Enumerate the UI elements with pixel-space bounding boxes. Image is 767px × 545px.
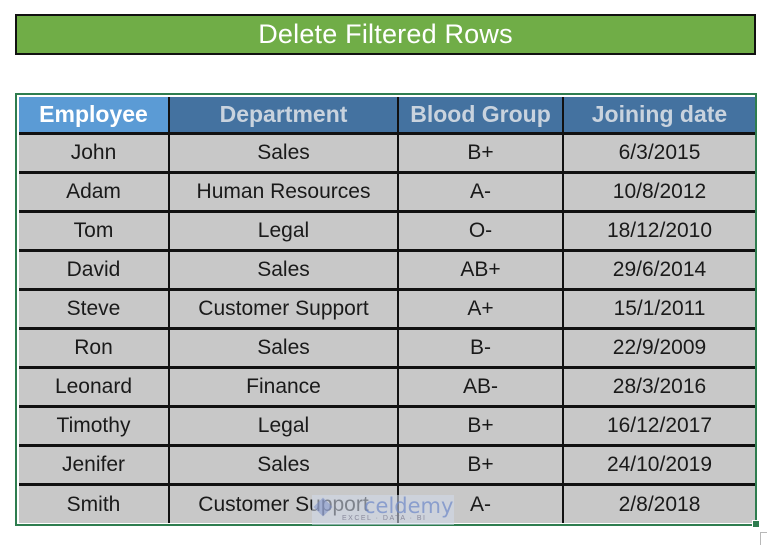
header-department[interactable]: Department	[169, 97, 399, 135]
selected-range[interactable]: Employee Department Blood Group Joining …	[15, 93, 757, 526]
cell-joining-date[interactable]: 10/8/2012	[563, 172, 755, 213]
cell-blood-group[interactable]: B+	[398, 445, 564, 486]
cell-blood-group[interactable]: A+	[398, 289, 564, 330]
cell-joining-date[interactable]: 28/3/2016	[563, 367, 755, 408]
cell-joining-date[interactable]: 6/3/2015	[563, 133, 755, 174]
cell-employee[interactable]: Steve	[19, 289, 170, 330]
cell-blood-group[interactable]: B+	[398, 406, 564, 447]
header-employee[interactable]: Employee	[19, 97, 170, 135]
cell-employee[interactable]: Jenifer	[19, 445, 170, 486]
cell-blood-group[interactable]: A-	[398, 484, 564, 523]
table-row: David Sales AB+ 29/6/2014	[19, 250, 755, 291]
table-row: Jenifer Sales B+ 24/10/2019	[19, 445, 755, 486]
cell-employee[interactable]: Adam	[19, 172, 170, 213]
table-row: John Sales B+ 6/3/2015	[19, 133, 755, 174]
table-row: Timothy Legal B+ 16/12/2017	[19, 406, 755, 447]
table-row: Smith Customer Support A- 2/8/2018	[19, 484, 755, 523]
cell-department[interactable]: Sales	[169, 328, 399, 369]
quick-analysis-icon[interactable]	[760, 532, 767, 545]
cell-department[interactable]: Legal	[169, 406, 399, 447]
cell-joining-date[interactable]: 22/9/2009	[563, 328, 755, 369]
cell-joining-date[interactable]: 16/12/2017	[563, 406, 755, 447]
cell-joining-date[interactable]: 2/8/2018	[563, 484, 755, 523]
cell-employee[interactable]: David	[19, 250, 170, 291]
cell-blood-group[interactable]: A-	[398, 172, 564, 213]
cell-joining-date[interactable]: 24/10/2019	[563, 445, 755, 486]
cell-blood-group[interactable]: O-	[398, 211, 564, 252]
header-blood-group[interactable]: Blood Group	[398, 97, 564, 135]
sheet-title: Delete Filtered Rows	[15, 14, 756, 55]
fill-handle[interactable]	[752, 520, 760, 528]
cell-employee[interactable]: Tom	[19, 211, 170, 252]
table-row: Adam Human Resources A- 10/8/2012	[19, 172, 755, 213]
employee-table: Employee Department Blood Group Joining …	[19, 97, 755, 523]
cell-blood-group[interactable]: B-	[398, 328, 564, 369]
cell-blood-group[interactable]: AB+	[398, 250, 564, 291]
cell-department[interactable]: Customer Support	[169, 484, 399, 523]
cell-department[interactable]: Human Resources	[169, 172, 399, 213]
cell-department[interactable]: Sales	[169, 445, 399, 486]
cell-employee[interactable]: Smith	[19, 484, 170, 523]
cell-joining-date[interactable]: 15/1/2011	[563, 289, 755, 330]
table-row: Steve Customer Support A+ 15/1/2011	[19, 289, 755, 330]
cell-department[interactable]: Sales	[169, 250, 399, 291]
cell-employee[interactable]: Timothy	[19, 406, 170, 447]
cell-employee[interactable]: Ron	[19, 328, 170, 369]
table-row: Tom Legal O- 18/12/2010	[19, 211, 755, 252]
cell-department[interactable]: Sales	[169, 133, 399, 174]
table-row: Leonard Finance AB- 28/3/2016	[19, 367, 755, 408]
header-row: Employee Department Blood Group Joining …	[19, 97, 755, 135]
table-row: Ron Sales B- 22/9/2009	[19, 328, 755, 369]
cell-joining-date[interactable]: 18/12/2010	[563, 211, 755, 252]
cell-employee[interactable]: John	[19, 133, 170, 174]
cell-department[interactable]: Legal	[169, 211, 399, 252]
cell-blood-group[interactable]: B+	[398, 133, 564, 174]
header-joining-date[interactable]: Joining date	[563, 97, 755, 135]
cell-department[interactable]: Finance	[169, 367, 399, 408]
cell-employee[interactable]: Leonard	[19, 367, 170, 408]
cell-joining-date[interactable]: 29/6/2014	[563, 250, 755, 291]
cell-department[interactable]: Customer Support	[169, 289, 399, 330]
cell-blood-group[interactable]: AB-	[398, 367, 564, 408]
